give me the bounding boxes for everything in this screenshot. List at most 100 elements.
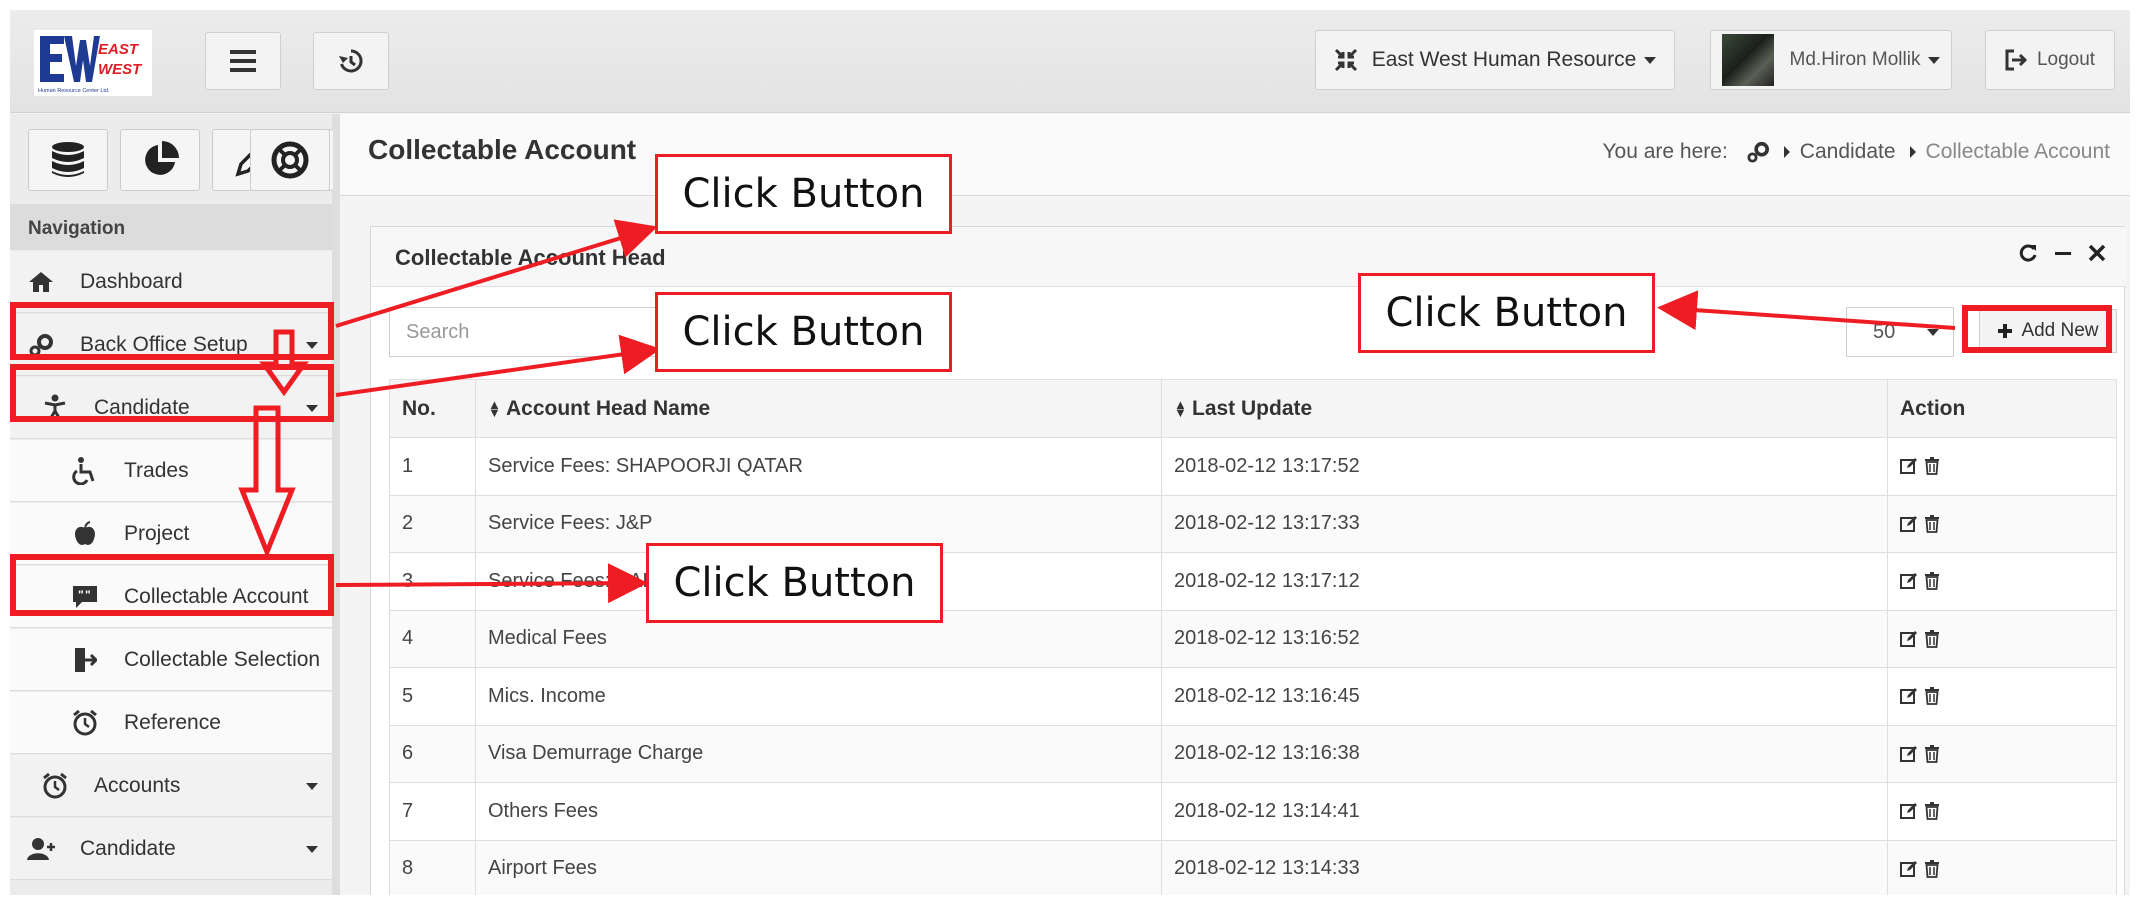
column-header-no: No. xyxy=(389,379,476,438)
alarm-clock-icon xyxy=(40,772,70,799)
svg-text:": " xyxy=(85,588,91,602)
edit-icon[interactable] xyxy=(1900,860,1918,878)
edit-icon[interactable] xyxy=(1900,745,1918,763)
cell-last-update: 2018-02-12 13:17:12 xyxy=(1161,552,1888,611)
cell-no: 3 xyxy=(389,552,476,611)
company-label: East West Human Resource xyxy=(1371,48,1637,71)
cell-last-update: 2018-02-12 13:16:38 xyxy=(1161,724,1888,783)
sidebar-item-label: Accounts xyxy=(94,773,181,797)
edit-icon[interactable] xyxy=(1900,457,1918,475)
shortcut-chart-button[interactable] xyxy=(120,129,200,191)
breadcrumb-prefix: You are here: xyxy=(1602,140,1728,163)
column-header-account-head-name[interactable]: ▲ ▼ Account Head Name xyxy=(475,379,1162,438)
sidebar-item-label: Trades xyxy=(124,458,189,482)
account-head-panel: Collectable Account Head Search Go 50 Ad… xyxy=(370,226,2126,895)
search-input[interactable]: Search xyxy=(389,307,699,357)
user-plus-icon xyxy=(26,837,56,861)
add-new-button[interactable]: Add New xyxy=(1979,309,2117,353)
cell-account-head-name: Service Fees: SHAPOORJI QATAR xyxy=(475,437,1162,496)
sidebar-item-label: Collectable Selection xyxy=(124,647,321,671)
column-header-action: Action xyxy=(1887,379,2117,438)
hamburger-icon xyxy=(230,50,256,72)
sidebar-item-candidate[interactable]: Candidate xyxy=(10,377,332,439)
edit-icon[interactable] xyxy=(1900,572,1918,590)
logout-button[interactable]: Logout xyxy=(1985,30,2115,90)
refresh-icon[interactable] xyxy=(2018,243,2038,263)
sidebar-item-collectable-account[interactable]: " " Collectable Account xyxy=(10,566,332,628)
sidebar-item-accounts[interactable]: Accounts xyxy=(10,755,332,817)
compress-icon xyxy=(1334,48,1357,72)
account-head-table: No. ▲ ▼ Account Head Name ▲ ▼ Last Update Ac… xyxy=(389,379,2117,895)
sign-out-icon xyxy=(70,647,100,673)
chevron-down-icon xyxy=(306,846,318,853)
table-row: 2 Service Fees: J&P 2018-02-12 13:17:33 xyxy=(389,494,2117,553)
minimize-icon[interactable] xyxy=(2054,244,2072,262)
trash-icon[interactable] xyxy=(1924,572,1940,591)
apple-icon xyxy=(70,520,100,547)
history-icon xyxy=(339,49,363,73)
user-dropdown[interactable]: Md.Hiron Mollik xyxy=(1710,30,1952,90)
breadcrumb-item[interactable]: Candidate xyxy=(1800,140,1896,164)
cell-no: 7 xyxy=(389,782,476,841)
svg-text:WEST: WEST xyxy=(98,61,143,78)
trash-icon[interactable] xyxy=(1924,744,1940,763)
sidebar-item-candidate-group[interactable]: Candidate xyxy=(10,818,332,880)
chevron-down-icon xyxy=(1644,56,1657,64)
trash-icon[interactable] xyxy=(1924,629,1940,648)
edit-icon[interactable] xyxy=(1900,687,1918,705)
shortcut-support-button[interactable] xyxy=(250,129,330,191)
trash-icon[interactable] xyxy=(1924,457,1940,476)
main-content: Collectable Account You are here: Candid… xyxy=(340,114,2130,895)
cell-action xyxy=(1887,552,2117,611)
trash-icon[interactable] xyxy=(1924,802,1940,821)
sort-icon: ▲ ▼ xyxy=(1174,396,1187,420)
column-header-last-update[interactable]: ▲ ▼ Last Update xyxy=(1161,379,1888,438)
cell-action xyxy=(1887,494,2117,553)
company-logo[interactable]: EAST WEST Human Resource Center Ltd. xyxy=(34,30,152,96)
cell-action xyxy=(1887,724,2117,783)
table-row: 5 Mics. Income 2018-02-12 13:16:45 xyxy=(389,667,2117,726)
cell-action xyxy=(1887,609,2117,668)
edit-icon[interactable] xyxy=(1900,630,1918,648)
sidebar-item-label: Dashboard xyxy=(80,269,183,293)
edit-icon[interactable] xyxy=(1900,515,1918,533)
cell-no: 6 xyxy=(389,724,476,783)
quote-comment-icon: " " xyxy=(70,585,100,609)
sidebar-item-collectable-selection[interactable]: Collectable Selection xyxy=(10,629,332,691)
trash-icon[interactable] xyxy=(1924,514,1940,533)
history-button[interactable] xyxy=(313,32,389,90)
panel-controls xyxy=(2018,243,2106,263)
sidebar-item-dashboard[interactable]: Dashboard xyxy=(10,251,332,313)
logo-subtitle: Human Resource Center Ltd. xyxy=(38,88,110,94)
life-ring-icon xyxy=(271,141,309,179)
panel-title: Collectable Account Head xyxy=(395,245,666,270)
cell-last-update: 2018-02-12 13:17:33 xyxy=(1161,494,1888,553)
menu-toggle-button[interactable] xyxy=(205,32,281,90)
chevron-down-icon xyxy=(306,342,318,349)
trash-icon[interactable] xyxy=(1924,687,1940,706)
cogs-icon[interactable] xyxy=(1746,141,1770,163)
cell-account-head-name: Service Fees: KAHRAMAA xyxy=(475,552,1162,611)
sidebar-item-label: Reference xyxy=(124,710,221,734)
chevron-down-icon xyxy=(306,783,318,790)
cell-last-update: 2018-02-12 13:14:41 xyxy=(1161,782,1888,841)
trash-icon[interactable] xyxy=(1924,859,1940,878)
edit-icon[interactable] xyxy=(1900,802,1918,820)
cell-account-head-name: Medical Fees xyxy=(475,609,1162,668)
sidebar-item-reference[interactable]: Reference xyxy=(10,692,332,754)
sidebar-item-back-office-setup[interactable]: Back Office Setup xyxy=(10,314,332,376)
sidebar-item-project[interactable]: Project xyxy=(10,503,332,565)
breadcrumb-separator-icon xyxy=(1783,146,1790,158)
close-icon[interactable] xyxy=(2088,244,2106,262)
cell-last-update: 2018-02-12 13:17:52 xyxy=(1161,437,1888,496)
go-button[interactable]: Go xyxy=(698,307,764,357)
shortcut-database-button[interactable] xyxy=(28,129,108,191)
company-dropdown[interactable]: East West Human Resource xyxy=(1315,30,1675,90)
pie-chart-icon xyxy=(145,141,179,175)
home-icon xyxy=(26,271,56,293)
sidebar-item-label: Candidate xyxy=(80,836,176,860)
cell-account-head-name: Visa Demurrage Charge xyxy=(475,724,1162,783)
per-page-select[interactable]: 50 xyxy=(1846,307,1954,357)
sidebar-item-trades[interactable]: Trades xyxy=(10,440,332,502)
navigation-heading: Navigation xyxy=(10,204,332,250)
